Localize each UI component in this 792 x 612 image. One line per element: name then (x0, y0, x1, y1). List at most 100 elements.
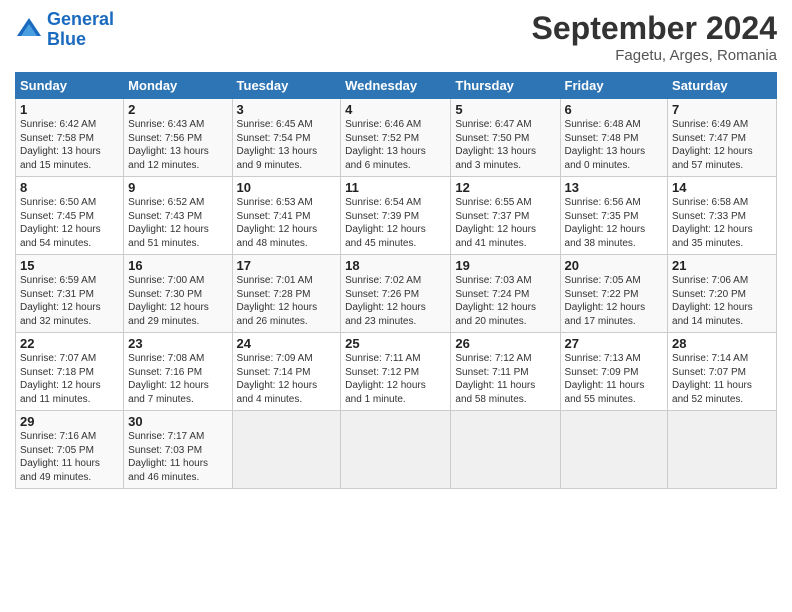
day-info: Sunrise: 7:09 AM Sunset: 7:14 PM Dayligh… (237, 352, 337, 406)
day-cell: 15Sunrise: 6:59 AM Sunset: 7:31 PM Dayli… (16, 255, 124, 333)
day-number: 1 (20, 102, 119, 117)
day-info: Sunrise: 7:11 AM Sunset: 7:12 PM Dayligh… (345, 352, 446, 406)
col-header-monday: Monday (124, 73, 232, 99)
col-header-saturday: Saturday (668, 73, 777, 99)
week-row-3: 15Sunrise: 6:59 AM Sunset: 7:31 PM Dayli… (16, 255, 777, 333)
day-number: 21 (672, 258, 772, 273)
day-number: 14 (672, 180, 772, 195)
day-cell (668, 411, 777, 489)
day-number: 28 (672, 336, 772, 351)
week-row-4: 22Sunrise: 7:07 AM Sunset: 7:18 PM Dayli… (16, 333, 777, 411)
day-number: 5 (455, 102, 555, 117)
week-row-1: 1Sunrise: 6:42 AM Sunset: 7:58 PM Daylig… (16, 99, 777, 177)
day-number: 29 (20, 414, 119, 429)
day-info: Sunrise: 6:52 AM Sunset: 7:43 PM Dayligh… (128, 196, 227, 250)
logo-text: GeneralBlue (47, 10, 114, 50)
day-info: Sunrise: 7:05 AM Sunset: 7:22 PM Dayligh… (565, 274, 664, 328)
day-cell: 8Sunrise: 6:50 AM Sunset: 7:45 PM Daylig… (16, 177, 124, 255)
day-info: Sunrise: 6:42 AM Sunset: 7:58 PM Dayligh… (20, 118, 119, 172)
day-cell: 1Sunrise: 6:42 AM Sunset: 7:58 PM Daylig… (16, 99, 124, 177)
day-number: 12 (455, 180, 555, 195)
day-cell: 23Sunrise: 7:08 AM Sunset: 7:16 PM Dayli… (124, 333, 232, 411)
day-cell (232, 411, 341, 489)
day-cell: 28Sunrise: 7:14 AM Sunset: 7:07 PM Dayli… (668, 333, 777, 411)
day-number: 16 (128, 258, 227, 273)
col-header-sunday: Sunday (16, 73, 124, 99)
day-number: 11 (345, 180, 446, 195)
day-info: Sunrise: 6:48 AM Sunset: 7:48 PM Dayligh… (565, 118, 664, 172)
day-info: Sunrise: 6:58 AM Sunset: 7:33 PM Dayligh… (672, 196, 772, 250)
page-header: GeneralBlue September 2024 Fagetu, Arges… (15, 10, 777, 64)
day-cell: 6Sunrise: 6:48 AM Sunset: 7:48 PM Daylig… (560, 99, 668, 177)
day-info: Sunrise: 7:07 AM Sunset: 7:18 PM Dayligh… (20, 352, 119, 406)
day-number: 3 (237, 102, 337, 117)
day-number: 26 (455, 336, 555, 351)
day-info: Sunrise: 7:01 AM Sunset: 7:28 PM Dayligh… (237, 274, 337, 328)
day-cell: 10Sunrise: 6:53 AM Sunset: 7:41 PM Dayli… (232, 177, 341, 255)
title-block: September 2024 Fagetu, Arges, Romania (532, 10, 777, 64)
day-cell: 25Sunrise: 7:11 AM Sunset: 7:12 PM Dayli… (341, 333, 451, 411)
day-info: Sunrise: 7:17 AM Sunset: 7:03 PM Dayligh… (128, 430, 227, 484)
day-info: Sunrise: 7:14 AM Sunset: 7:07 PM Dayligh… (672, 352, 772, 406)
day-number: 8 (20, 180, 119, 195)
day-info: Sunrise: 7:02 AM Sunset: 7:26 PM Dayligh… (345, 274, 446, 328)
day-cell: 9Sunrise: 6:52 AM Sunset: 7:43 PM Daylig… (124, 177, 232, 255)
day-cell: 5Sunrise: 6:47 AM Sunset: 7:50 PM Daylig… (451, 99, 560, 177)
day-number: 7 (672, 102, 772, 117)
day-number: 13 (565, 180, 664, 195)
day-cell: 26Sunrise: 7:12 AM Sunset: 7:11 PM Dayli… (451, 333, 560, 411)
day-cell: 13Sunrise: 6:56 AM Sunset: 7:35 PM Dayli… (560, 177, 668, 255)
day-cell: 29Sunrise: 7:16 AM Sunset: 7:05 PM Dayli… (16, 411, 124, 489)
day-info: Sunrise: 7:03 AM Sunset: 7:24 PM Dayligh… (455, 274, 555, 328)
day-info: Sunrise: 6:59 AM Sunset: 7:31 PM Dayligh… (20, 274, 119, 328)
calendar-table: SundayMondayTuesdayWednesdayThursdayFrid… (15, 72, 777, 489)
logo: GeneralBlue (15, 10, 114, 50)
location-subtitle: Fagetu, Arges, Romania (532, 47, 777, 64)
day-info: Sunrise: 7:08 AM Sunset: 7:16 PM Dayligh… (128, 352, 227, 406)
week-row-5: 29Sunrise: 7:16 AM Sunset: 7:05 PM Dayli… (16, 411, 777, 489)
day-info: Sunrise: 6:49 AM Sunset: 7:47 PM Dayligh… (672, 118, 772, 172)
day-cell: 4Sunrise: 6:46 AM Sunset: 7:52 PM Daylig… (341, 99, 451, 177)
day-info: Sunrise: 6:55 AM Sunset: 7:37 PM Dayligh… (455, 196, 555, 250)
day-number: 20 (565, 258, 664, 273)
day-number: 17 (237, 258, 337, 273)
day-cell: 2Sunrise: 6:43 AM Sunset: 7:56 PM Daylig… (124, 99, 232, 177)
day-cell: 27Sunrise: 7:13 AM Sunset: 7:09 PM Dayli… (560, 333, 668, 411)
day-cell: 21Sunrise: 7:06 AM Sunset: 7:20 PM Dayli… (668, 255, 777, 333)
day-cell: 20Sunrise: 7:05 AM Sunset: 7:22 PM Dayli… (560, 255, 668, 333)
day-number: 6 (565, 102, 664, 117)
day-number: 27 (565, 336, 664, 351)
day-info: Sunrise: 6:53 AM Sunset: 7:41 PM Dayligh… (237, 196, 337, 250)
day-cell: 12Sunrise: 6:55 AM Sunset: 7:37 PM Dayli… (451, 177, 560, 255)
day-info: Sunrise: 7:13 AM Sunset: 7:09 PM Dayligh… (565, 352, 664, 406)
day-cell: 14Sunrise: 6:58 AM Sunset: 7:33 PM Dayli… (668, 177, 777, 255)
header-row: SundayMondayTuesdayWednesdayThursdayFrid… (16, 73, 777, 99)
day-info: Sunrise: 6:43 AM Sunset: 7:56 PM Dayligh… (128, 118, 227, 172)
day-number: 2 (128, 102, 227, 117)
day-cell: 7Sunrise: 6:49 AM Sunset: 7:47 PM Daylig… (668, 99, 777, 177)
day-info: Sunrise: 7:00 AM Sunset: 7:30 PM Dayligh… (128, 274, 227, 328)
day-cell: 11Sunrise: 6:54 AM Sunset: 7:39 PM Dayli… (341, 177, 451, 255)
day-number: 4 (345, 102, 446, 117)
week-row-2: 8Sunrise: 6:50 AM Sunset: 7:45 PM Daylig… (16, 177, 777, 255)
day-number: 23 (128, 336, 227, 351)
day-number: 25 (345, 336, 446, 351)
day-cell: 3Sunrise: 6:45 AM Sunset: 7:54 PM Daylig… (232, 99, 341, 177)
day-cell: 19Sunrise: 7:03 AM Sunset: 7:24 PM Dayli… (451, 255, 560, 333)
day-info: Sunrise: 6:54 AM Sunset: 7:39 PM Dayligh… (345, 196, 446, 250)
day-number: 30 (128, 414, 227, 429)
col-header-tuesday: Tuesday (232, 73, 341, 99)
day-cell (451, 411, 560, 489)
day-info: Sunrise: 6:46 AM Sunset: 7:52 PM Dayligh… (345, 118, 446, 172)
day-number: 10 (237, 180, 337, 195)
day-number: 18 (345, 258, 446, 273)
day-info: Sunrise: 7:16 AM Sunset: 7:05 PM Dayligh… (20, 430, 119, 484)
day-number: 15 (20, 258, 119, 273)
day-cell: 22Sunrise: 7:07 AM Sunset: 7:18 PM Dayli… (16, 333, 124, 411)
day-cell (341, 411, 451, 489)
day-cell: 30Sunrise: 7:17 AM Sunset: 7:03 PM Dayli… (124, 411, 232, 489)
logo-icon (15, 16, 43, 44)
col-header-thursday: Thursday (451, 73, 560, 99)
day-cell (560, 411, 668, 489)
day-number: 9 (128, 180, 227, 195)
